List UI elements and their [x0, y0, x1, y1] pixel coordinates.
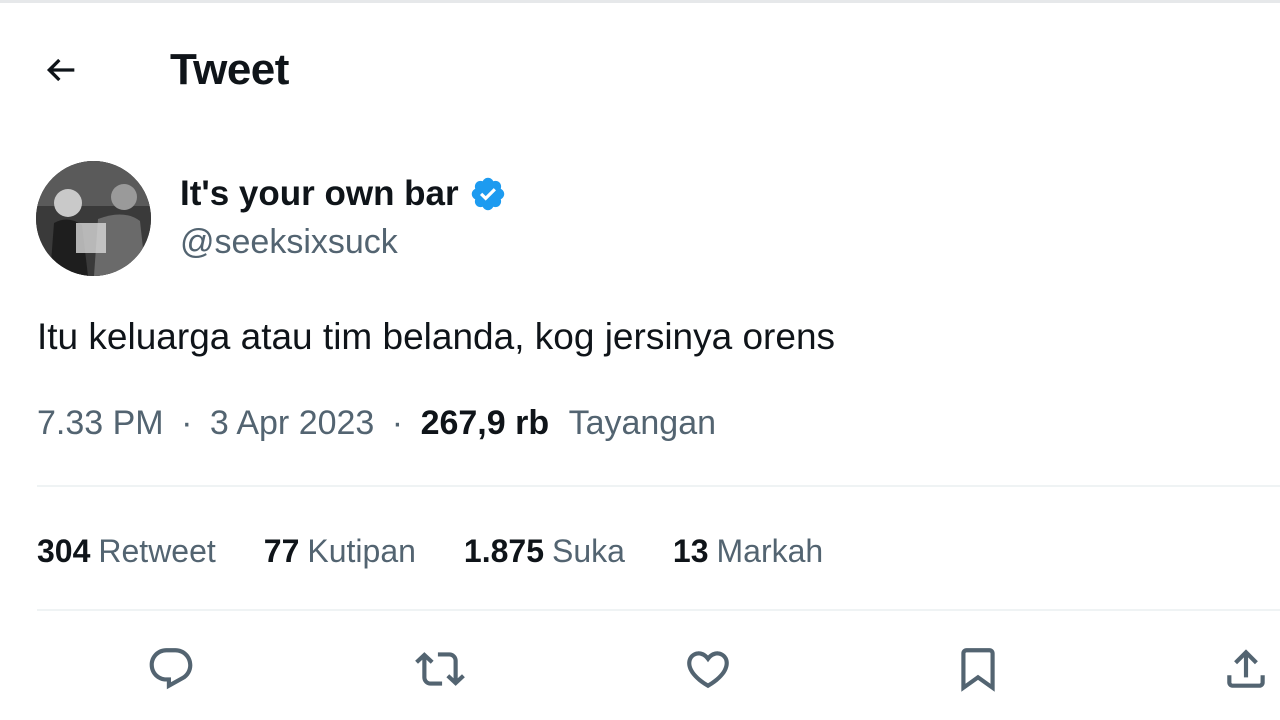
- avatar[interactable]: [36, 161, 151, 276]
- stat-bookmarks[interactable]: 13 Markah: [673, 529, 823, 573]
- stat-label: Retweet: [98, 533, 216, 569]
- bookmark-button[interactable]: [948, 639, 1008, 699]
- stat-likes[interactable]: 1.875 Suka: [464, 529, 625, 573]
- divider: [37, 609, 1280, 611]
- back-button[interactable]: [36, 45, 86, 95]
- share-icon: [1227, 649, 1265, 688]
- tweet-metadata: 7.33 PM · 3 Apr 2023 · 267,9 rb Tayangan: [37, 401, 716, 445]
- display-name-row: It's your own bar: [180, 173, 507, 215]
- stat-label: Kutipan: [307, 533, 416, 569]
- reply-button[interactable]: [141, 639, 201, 699]
- stat-retweets[interactable]: 304 Retweet: [37, 529, 216, 573]
- like-button[interactable]: [678, 639, 738, 699]
- retweet-icon: [415, 652, 465, 686]
- user-handle[interactable]: @seeksixsuck: [180, 221, 398, 263]
- stat-quotes[interactable]: 77 Kutipan: [264, 529, 416, 573]
- tweet-stats: 304 Retweet 77 Kutipan 1.875 Suka 13 Markah: [37, 529, 871, 573]
- meta-separator: ·: [181, 404, 193, 442]
- stat-count: 77: [263, 533, 300, 569]
- retweet-button[interactable]: [410, 639, 470, 699]
- views-count: 267,9 rb: [420, 404, 550, 442]
- comment-icon: [149, 648, 193, 690]
- heart-icon: [687, 651, 729, 689]
- tweet-author: It's your own bar @seeksixsuck: [36, 161, 936, 279]
- stat-label: Markah: [716, 533, 824, 569]
- stat-count: 304: [37, 533, 91, 569]
- page-title: Tweet: [170, 45, 289, 94]
- tweet-header: Tweet: [0, 3, 1280, 133]
- tweet-time[interactable]: 7.33 PM: [37, 404, 164, 442]
- stat-label: Suka: [551, 533, 625, 569]
- divider: [37, 485, 1280, 487]
- tweet-text: Itu keluarga atau tim belanda, kog jersi…: [37, 316, 836, 357]
- display-name[interactable]: It's your own bar: [180, 173, 459, 215]
- views-label: Tayangan: [568, 404, 717, 442]
- verified-badge-icon[interactable]: [469, 175, 507, 213]
- avatar-image: [36, 161, 151, 276]
- tweet-date[interactable]: 3 Apr 2023: [210, 404, 374, 442]
- tweet-page: Tweet It's your own bar @seeksixsuck Itu…: [0, 0, 1280, 720]
- stat-count: 1.875: [463, 533, 544, 569]
- stat-count: 13: [672, 533, 709, 569]
- tweet-actions: [0, 633, 1280, 705]
- bookmark-icon: [961, 648, 995, 692]
- meta-separator: ·: [391, 404, 404, 442]
- share-button[interactable]: [1216, 639, 1276, 699]
- arrow-left-icon: [46, 58, 75, 82]
